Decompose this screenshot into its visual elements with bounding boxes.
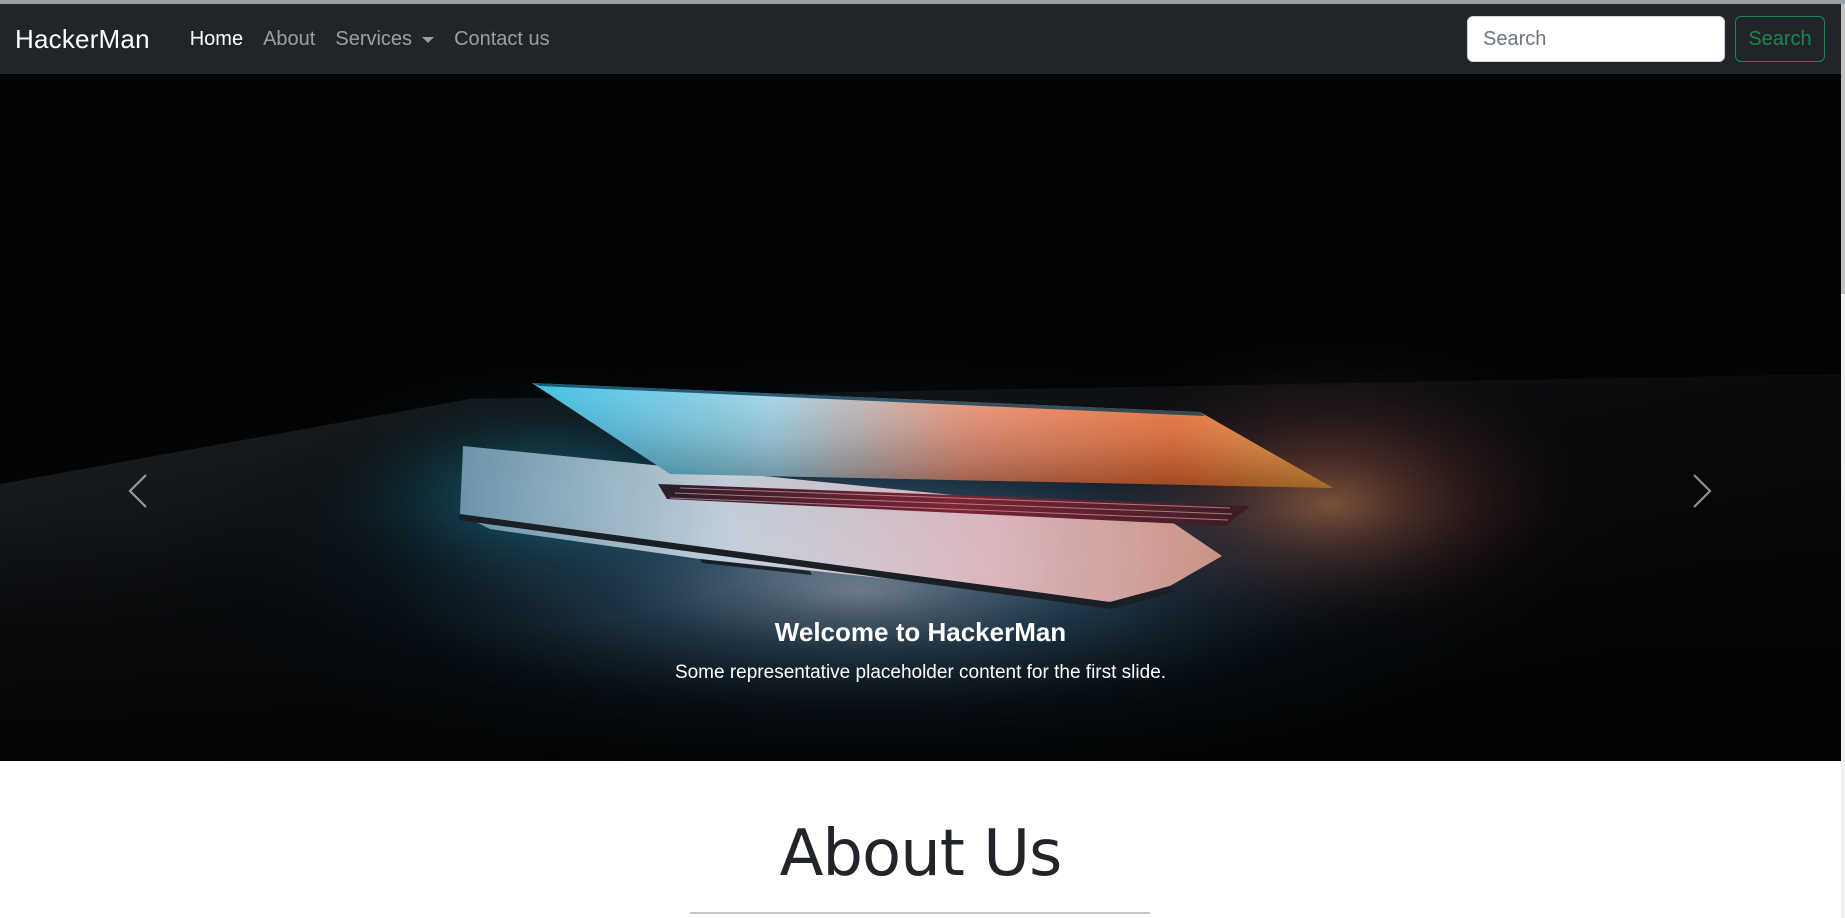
carousel-caption: Welcome to HackerMan Some representative… xyxy=(0,619,1841,682)
carousel-next-button[interactable] xyxy=(1682,469,1722,513)
search-button[interactable]: Search xyxy=(1735,16,1825,62)
nav-link-services-label: Services xyxy=(335,27,413,50)
chevron-right-icon xyxy=(1693,474,1712,508)
nav-link-contact[interactable]: Contact us xyxy=(444,28,560,51)
page-scrollbar[interactable] xyxy=(1841,4,1845,918)
search-input[interactable] xyxy=(1467,16,1725,62)
about-heading: About Us xyxy=(779,817,1063,891)
navbar: HackerMan Home About Services Contact us… xyxy=(0,4,1841,74)
nav-link-services-dropdown[interactable]: Services xyxy=(325,28,444,51)
nav-link-about[interactable]: About xyxy=(253,28,325,51)
hero-carousel: Welcome to HackerMan Some representative… xyxy=(0,74,1841,761)
nav-link-home[interactable]: Home xyxy=(180,28,253,51)
about-divider xyxy=(690,912,1150,914)
caret-down-icon xyxy=(422,37,435,43)
page: HackerMan Home About Services Contact us… xyxy=(0,0,1845,918)
nav-links: Home About Services Contact us xyxy=(180,28,560,51)
search-form: Search xyxy=(1467,16,1825,62)
chevron-left-icon xyxy=(128,474,147,508)
slide-text: Some representative placeholder content … xyxy=(674,662,1167,683)
slide-title: Welcome to HackerMan xyxy=(774,617,1067,647)
scrollbar-thumb[interactable] xyxy=(1841,4,1845,294)
carousel-prev-button[interactable] xyxy=(118,469,158,513)
navbar-brand[interactable]: HackerMan xyxy=(15,24,150,55)
